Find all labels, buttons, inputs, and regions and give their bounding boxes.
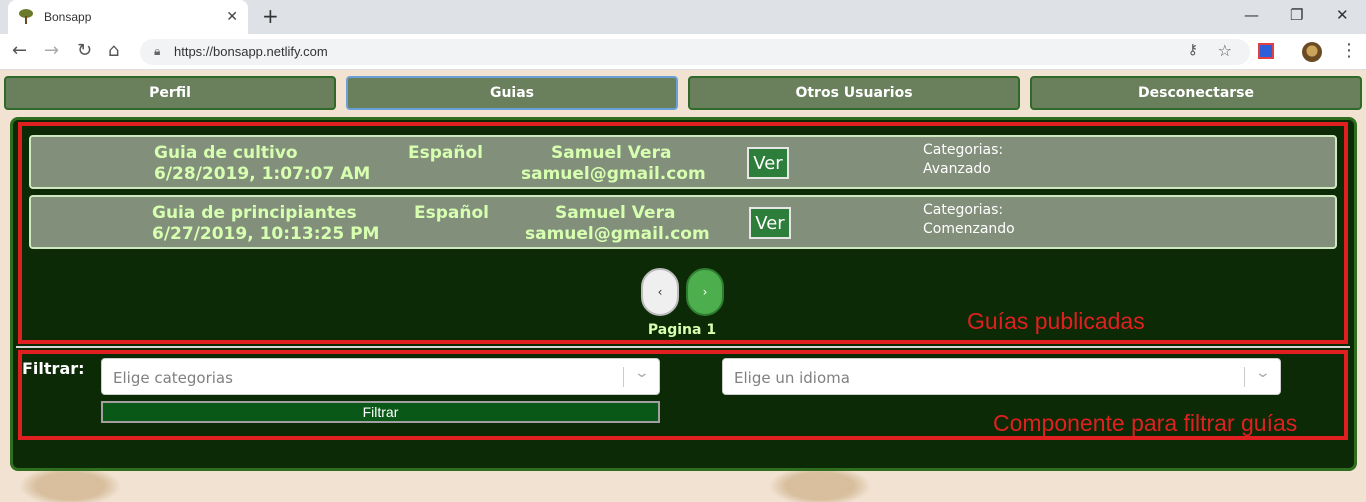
profile-avatar[interactable] bbox=[1302, 42, 1322, 62]
guide-email: samuel@gmail.com bbox=[525, 224, 710, 244]
view-guide-button[interactable]: Ver bbox=[749, 207, 791, 239]
category-select[interactable]: Elige categorias ⌄ bbox=[101, 358, 660, 395]
filter-label: Filtrar: bbox=[22, 359, 85, 378]
categories-label: Categorias: bbox=[923, 142, 1004, 158]
home-icon[interactable]: ⌂ bbox=[108, 40, 119, 61]
chevron-down-icon[interactable]: ⌄ bbox=[634, 365, 650, 381]
reload-icon[interactable]: ↻ bbox=[77, 40, 92, 61]
guide-date: 6/28/2019, 1:07:07 AM bbox=[154, 164, 371, 184]
nav-desconectarse-button[interactable]: Desconectarse bbox=[1030, 76, 1362, 110]
bonsai-favicon-icon bbox=[18, 9, 34, 25]
next-page-button[interactable]: › bbox=[686, 268, 724, 316]
forward-icon[interactable]: → bbox=[44, 40, 59, 61]
nav-otros-usuarios-button[interactable]: Otros Usuarios bbox=[688, 76, 1020, 110]
nav-guias-button[interactable]: Guias bbox=[346, 76, 678, 110]
page-indicator: Pagina 1 bbox=[647, 322, 717, 338]
key-icon[interactable]: ⚷ bbox=[1188, 42, 1198, 58]
category-value: Comenzando bbox=[923, 221, 1015, 237]
tab-title: Bonsapp bbox=[44, 10, 92, 24]
guide-email: samuel@gmail.com bbox=[521, 164, 706, 184]
guide-categories: Categorias: Avanzado bbox=[923, 141, 1003, 179]
guide-title: Guia de cultivo bbox=[154, 143, 298, 163]
browser-menu-icon[interactable]: ⋮ bbox=[1340, 40, 1358, 61]
browser-toolbar: ← → ↻ ⌂ 🔒︎ https://bonsapp.netlify.com ⚷… bbox=[0, 34, 1366, 70]
browser-tab[interactable]: Bonsapp ✕ bbox=[8, 0, 248, 34]
category-select-placeholder: Elige categorias bbox=[113, 369, 233, 387]
bookmark-star-icon[interactable]: ☆ bbox=[1218, 41, 1232, 60]
guide-card: Guia de cultivo 6/28/2019, 1:07:07 AM Es… bbox=[29, 135, 1337, 189]
new-tab-button[interactable]: + bbox=[262, 4, 279, 28]
guide-language: Español bbox=[408, 143, 483, 163]
language-select-placeholder: Elige un idioma bbox=[734, 369, 850, 387]
page-body: Perfil Guias Otros Usuarios Desconectars… bbox=[0, 70, 1366, 502]
window-close-icon[interactable]: ✕ bbox=[1336, 6, 1349, 24]
main-nav: Perfil Guias Otros Usuarios Desconectars… bbox=[4, 76, 1362, 110]
published-guides-caption: Guías publicadas bbox=[967, 308, 1145, 334]
categories-label: Categorias: bbox=[923, 202, 1004, 218]
browser-tabbar: Bonsapp ✕ + — ❐ ✕ bbox=[0, 0, 1366, 34]
maximize-icon[interactable]: ❐ bbox=[1290, 6, 1303, 24]
guide-categories: Categorias: Comenzando bbox=[923, 201, 1015, 239]
prev-page-button[interactable]: ‹ bbox=[641, 268, 679, 316]
guide-card: Guia de principiantes 6/27/2019, 10:13:2… bbox=[29, 195, 1337, 249]
guide-author: Samuel Vera bbox=[555, 203, 676, 223]
back-icon[interactable]: ← bbox=[12, 40, 27, 61]
guide-date: 6/27/2019, 10:13:25 PM bbox=[152, 224, 380, 244]
section-divider bbox=[16, 346, 1350, 348]
language-select[interactable]: Elige un idioma ⌄ bbox=[722, 358, 1281, 395]
category-value: Avanzado bbox=[923, 161, 991, 177]
guide-language: Español bbox=[414, 203, 489, 223]
tab-close-icon[interactable]: ✕ bbox=[226, 9, 238, 25]
url-text[interactable]: https://bonsapp.netlify.com bbox=[174, 44, 328, 59]
select-separator bbox=[623, 367, 624, 387]
filter-button[interactable]: Filtrar bbox=[101, 401, 660, 423]
filter-component-caption: Componente para filtrar guías bbox=[993, 410, 1298, 436]
address-bar[interactable]: 🔒︎ https://bonsapp.netlify.com ⚷ ☆ bbox=[140, 39, 1250, 65]
chevron-down-icon[interactable]: ⌄ bbox=[1255, 365, 1271, 381]
select-separator bbox=[1244, 367, 1245, 387]
extension-icon[interactable] bbox=[1258, 43, 1274, 59]
guide-author: Samuel Vera bbox=[551, 143, 672, 163]
guide-title: Guia de principiantes bbox=[152, 203, 357, 223]
lock-icon: 🔒︎ bbox=[154, 44, 161, 58]
nav-perfil-button[interactable]: Perfil bbox=[4, 76, 336, 110]
minimize-icon[interactable]: — bbox=[1244, 6, 1259, 24]
view-guide-button[interactable]: Ver bbox=[747, 147, 789, 179]
